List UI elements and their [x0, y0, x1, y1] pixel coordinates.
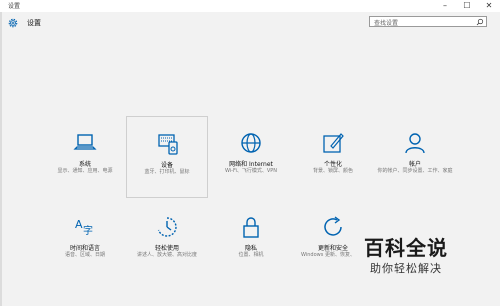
tile-privacy[interactable]: 隐私 位置、相机: [210, 200, 292, 282]
tile-subtitle: 语音、区域、日期: [64, 252, 105, 258]
paint-icon: [323, 133, 344, 153]
search-icon[interactable]: [476, 18, 484, 26]
svg-text:A: A: [75, 218, 83, 231]
laptop-icon: [73, 134, 97, 150]
tile-personalization[interactable]: 个性化 背景、锁屏、颜色: [292, 116, 374, 198]
tile-subtitle: 蓝牙、打印机、鼠标: [144, 169, 190, 175]
tile-system[interactable]: 系统 显示、通知、应用、电源: [44, 116, 126, 198]
tile-accounts[interactable]: 帐户 你的帐户、同步设置、工作、家庭: [374, 116, 456, 198]
search-input[interactable]: 查找设置: [369, 16, 487, 27]
time-language-icon: A 字: [75, 218, 93, 237]
sync-icon: [324, 216, 342, 236]
title-bar: 设置 – ☐ ✕: [0, 0, 500, 12]
tile-subtitle: 显示、通知、应用、电源: [57, 168, 113, 174]
close-icon[interactable]: ✕: [478, 0, 500, 12]
page-title: 设置: [27, 19, 41, 27]
tile-subtitle: Wi-Fi、飞行模式、VPN: [224, 168, 278, 174]
watermark-title: 百科全说: [364, 236, 448, 260]
svg-text:字: 字: [83, 224, 93, 237]
watermark-subtitle: 助你轻松解决: [370, 262, 442, 275]
lock-icon: [243, 217, 259, 238]
keyboard-speaker-icon: [158, 134, 178, 155]
tile-subtitle: 讲述人、放大镜、高对比度: [136, 252, 197, 258]
window-title: 设置: [8, 3, 21, 10]
maximize-icon[interactable]: ☐: [456, 0, 478, 12]
search-placeholder: 查找设置: [374, 20, 399, 27]
tile-ease-of-access[interactable]: 轻松使用 讲述人、放大镜、高对比度: [126, 200, 208, 282]
tile-subtitle: 位置、相机: [238, 252, 264, 258]
tile-time-language[interactable]: A 字 时间和语言 语音、区域、日期: [44, 200, 126, 282]
minimize-icon[interactable]: –: [434, 0, 456, 12]
window-edge: [0, 0, 2, 306]
globe-icon: [241, 133, 261, 153]
gear-icon: [8, 18, 18, 28]
ease-of-access-icon: [157, 217, 177, 237]
tile-subtitle: 你的帐户、同步设置、工作、家庭: [377, 168, 453, 174]
tile-subtitle: 背景、锁屏、颜色: [312, 168, 353, 174]
watermark: 百科全说 助你轻松解决: [352, 230, 482, 280]
tile-devices[interactable]: 设备 蓝牙、打印机、鼠标: [126, 116, 208, 198]
tile-network[interactable]: 网络和 Internet Wi-Fi、飞行模式、VPN: [210, 116, 292, 198]
person-icon: [405, 133, 425, 154]
